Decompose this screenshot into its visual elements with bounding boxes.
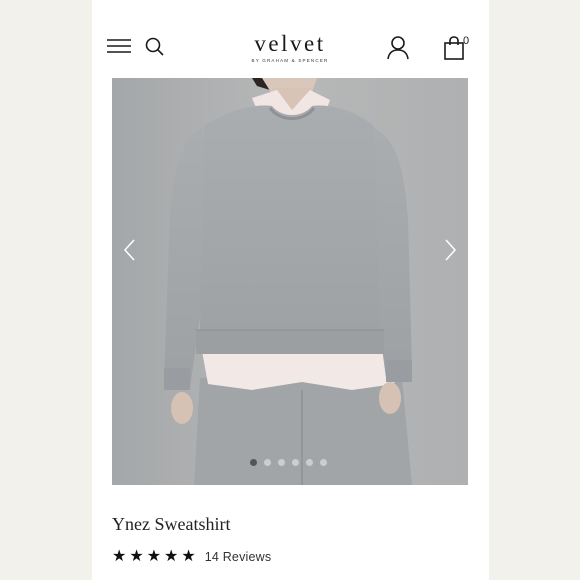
carousel-dot[interactable] bbox=[306, 459, 313, 466]
carousel-dot[interactable] bbox=[264, 459, 271, 466]
carousel-dots bbox=[250, 459, 327, 469]
carousel-dot[interactable] bbox=[292, 459, 299, 466]
carousel-prev-arrow[interactable] bbox=[120, 238, 140, 262]
logo-subtitle: BY GRAHAM & SPENCER bbox=[251, 58, 329, 63]
product-rating: ★ ★ ★ ★ ★ 14 Reviews bbox=[112, 548, 271, 566]
cart-count: 0 bbox=[463, 35, 470, 47]
search-icon[interactable] bbox=[145, 37, 164, 56]
reviews-link[interactable]: 14 Reviews bbox=[205, 550, 272, 564]
logo-text: velvet bbox=[254, 31, 326, 56]
star-icon: ★ bbox=[181, 548, 196, 565]
star-icon: ★ bbox=[164, 548, 179, 565]
shopping-bag-icon[interactable] bbox=[444, 36, 464, 60]
rating-stars: ★ ★ ★ ★ ★ bbox=[112, 548, 199, 566]
brand-logo[interactable]: velvet BY GRAHAM & SPENCER bbox=[240, 31, 340, 64]
account-icon[interactable] bbox=[387, 36, 409, 60]
carousel-next-arrow[interactable] bbox=[440, 238, 460, 262]
product-photo bbox=[112, 78, 468, 485]
star-icon: ★ bbox=[146, 548, 162, 565]
product-page: velvet BY GRAHAM & SPENCER 0 Ynez Sweats… bbox=[92, 0, 489, 580]
star-icon: ★ bbox=[112, 548, 127, 565]
star-icon: ★ bbox=[129, 548, 144, 565]
product-image-carousel[interactable] bbox=[112, 78, 468, 485]
menu-icon[interactable] bbox=[107, 38, 131, 54]
carousel-dot[interactable] bbox=[278, 459, 285, 466]
carousel-dot[interactable] bbox=[250, 459, 257, 466]
product-title: Ynez Sweatshirt bbox=[112, 514, 231, 534]
site-header: velvet BY GRAHAM & SPENCER 0 bbox=[92, 0, 489, 78]
carousel-dot[interactable] bbox=[320, 459, 327, 466]
